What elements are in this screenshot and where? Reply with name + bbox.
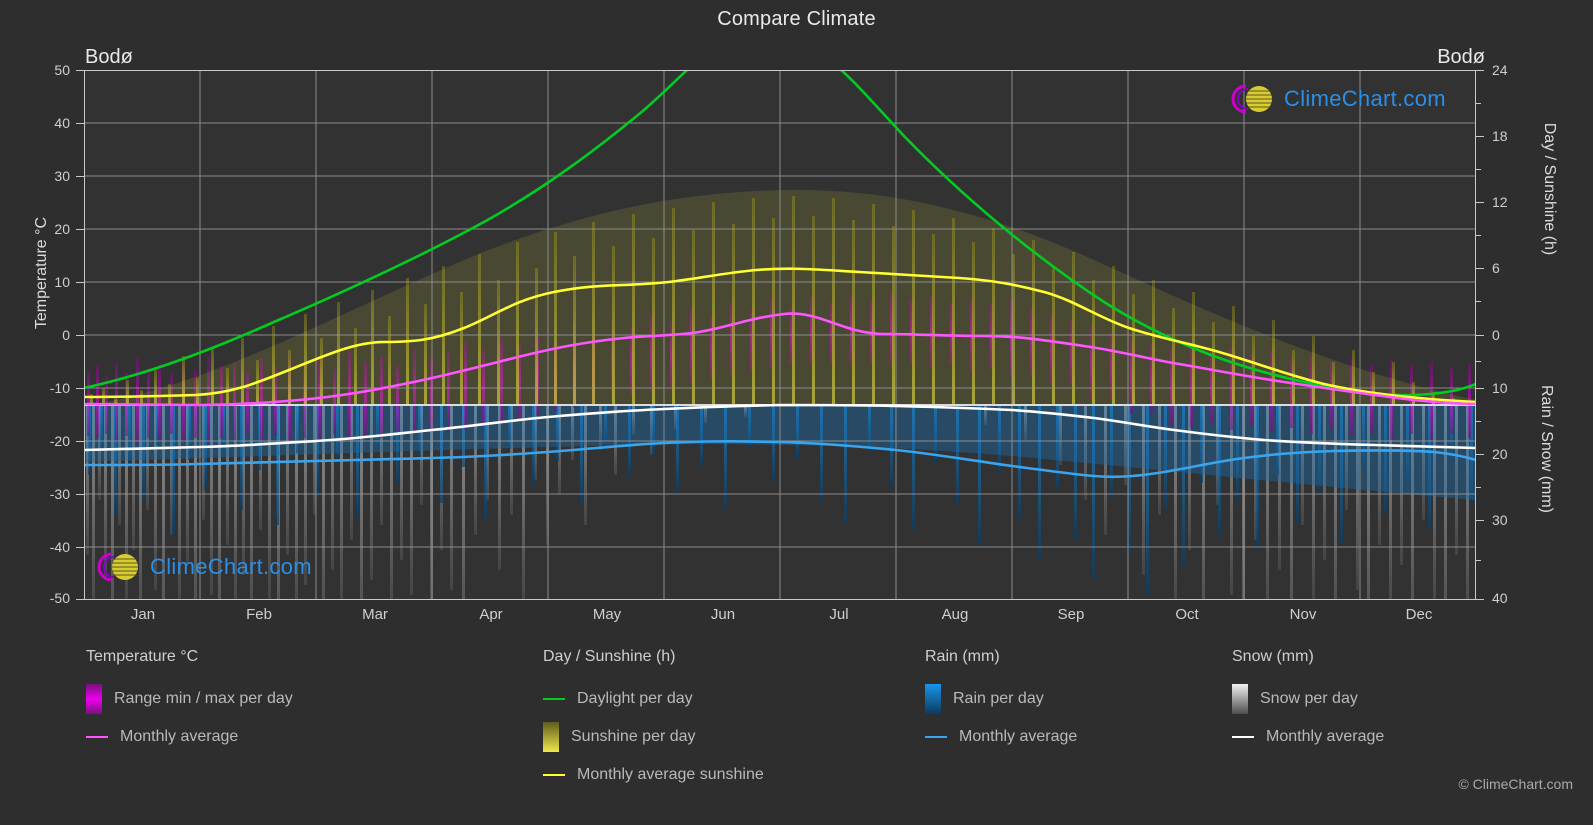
- sunshine-swatch-icon: [543, 722, 559, 752]
- y-tick-left-0: 50: [54, 62, 70, 78]
- rain-swatch-icon: [925, 684, 941, 714]
- legend-item-temp-range[interactable]: Range min / max per day: [86, 680, 293, 718]
- legend-label-snow-average: Monthly average: [1266, 728, 1385, 745]
- sunshine-average-line-icon: [543, 774, 565, 776]
- climechart-logo-icon: [1231, 84, 1272, 114]
- legend-label-sunshine-average: Monthly average sunshine: [577, 766, 764, 783]
- y-tick-right-bot-3: 30: [1492, 512, 1508, 528]
- climechart-logo-icon: [97, 552, 138, 582]
- legend-group-temperature: Temperature °C Range min / max per day M…: [86, 648, 293, 756]
- y-tick-right-top-4: 0: [1492, 327, 1500, 343]
- legend-label-temp-range: Range min / max per day: [114, 690, 293, 707]
- legend-item-rain-average[interactable]: Monthly average: [925, 718, 1077, 756]
- y-tick-right-bot-4: 40: [1492, 590, 1508, 606]
- x-tick-sep: Sep: [1057, 606, 1085, 623]
- y-tick-right-top-2: 12: [1492, 194, 1508, 210]
- y-tick-right-top-0: 24: [1492, 62, 1508, 78]
- legend-item-sunshine-average[interactable]: Monthly average sunshine: [543, 756, 764, 794]
- legend-label-temp-average: Monthly average: [120, 728, 239, 745]
- legend-heading-daysun: Day / Sunshine (h): [543, 648, 676, 665]
- x-tick-mar: Mar: [362, 606, 388, 623]
- legend-group-rain: Rain (mm) Rain per day Monthly average: [925, 648, 1077, 756]
- climate-chart-page: Compare Climate Bodø Bodø ClimeChart.com…: [0, 0, 1593, 825]
- y-tick-left-4: 10: [54, 274, 70, 290]
- legend-heading-temperature: Temperature °C: [86, 648, 199, 665]
- legend-item-rain-daily[interactable]: Rain per day: [925, 680, 1077, 718]
- y-tick-right-top-1: 18: [1492, 128, 1508, 144]
- daylight-line-icon: [543, 698, 565, 700]
- snow-average-line-icon: [1232, 736, 1254, 738]
- y-tick-left-7: -20: [49, 433, 70, 449]
- y-tick-left-3: 20: [54, 221, 70, 237]
- temperature-average-line-icon: [86, 736, 108, 738]
- legend-item-temp-average[interactable]: Monthly average: [86, 718, 293, 756]
- watermark-text: ClimeChart.com: [1284, 86, 1446, 111]
- legend-heading-snow: Snow (mm): [1232, 648, 1314, 665]
- temperature-range-swatch-icon: [86, 684, 102, 714]
- x-tick-feb: Feb: [246, 606, 272, 623]
- x-tick-aug: Aug: [941, 606, 969, 623]
- y-tick-left-1: 40: [54, 115, 70, 131]
- legend-item-daylight[interactable]: Daylight per day: [543, 680, 764, 718]
- location-label-left: Bodø: [85, 46, 133, 68]
- y-tick-right-top-3: 6: [1492, 260, 1500, 276]
- legend-label-rain-average: Monthly average: [959, 728, 1078, 745]
- legend-group-daysun: Day / Sunshine (h) Daylight per day Suns…: [543, 648, 764, 794]
- y-tick-left-6: -10: [49, 380, 70, 396]
- y-tick-left-9: -40: [49, 539, 70, 555]
- x-tick-nov: Nov: [1289, 606, 1317, 623]
- chart-plot-area: ClimeChart.com ClimeChart.com: [84, 70, 1476, 600]
- chart-canvas: [84, 70, 1476, 600]
- chart-legend: Temperature °C Range min / max per day M…: [0, 648, 1593, 808]
- legend-group-snow: Snow (mm) Snow per day Monthly average: [1232, 648, 1384, 756]
- legend-label-sunshine: Sunshine per day: [571, 728, 696, 745]
- legend-label-daylight: Daylight per day: [577, 690, 693, 707]
- watermark-text: ClimeChart.com: [150, 554, 312, 579]
- snow-swatch-icon: [1232, 684, 1248, 714]
- x-tick-jun: Jun: [710, 606, 736, 623]
- y-tick-left-5: 0: [62, 327, 70, 343]
- x-tick-jul: Jul: [829, 606, 849, 623]
- copyright-notice: © ClimeChart.com: [1458, 776, 1573, 792]
- x-tick-jan: Jan: [130, 606, 156, 623]
- x-tick-dec: Dec: [1405, 606, 1433, 623]
- watermark-top-right: ClimeChart.com: [1226, 82, 1446, 116]
- legend-label-snow-daily: Snow per day: [1260, 690, 1358, 707]
- y-tick-right-bot-2: 20: [1492, 446, 1508, 462]
- x-tick-oct: Oct: [1175, 606, 1199, 623]
- y-tick-left-10: -50: [49, 590, 70, 606]
- page-title: Compare Climate: [717, 8, 876, 30]
- x-tick-apr: Apr: [479, 606, 503, 623]
- legend-item-sunshine[interactable]: Sunshine per day: [543, 718, 764, 756]
- y-tick-left-2: 30: [54, 168, 70, 184]
- y-axis-right-top-label: Day / Sunshine (h): [1541, 122, 1558, 256]
- y-tick-left-8: -30: [49, 486, 70, 502]
- legend-item-snow-daily[interactable]: Snow per day: [1232, 680, 1384, 718]
- legend-heading-rain: Rain (mm): [925, 648, 1000, 665]
- x-tick-may: May: [592, 606, 622, 623]
- legend-label-rain-daily: Rain per day: [953, 690, 1044, 707]
- y-axis-right-bottom-label: Rain / Snow (mm): [1538, 384, 1555, 514]
- rain-average-line-icon: [925, 736, 947, 738]
- location-label-right: Bodø: [1437, 46, 1485, 68]
- y-tick-right-bot-1: 10: [1492, 380, 1508, 396]
- legend-item-snow-average[interactable]: Monthly average: [1232, 718, 1384, 756]
- watermark-bottom-left: ClimeChart.com: [92, 550, 312, 584]
